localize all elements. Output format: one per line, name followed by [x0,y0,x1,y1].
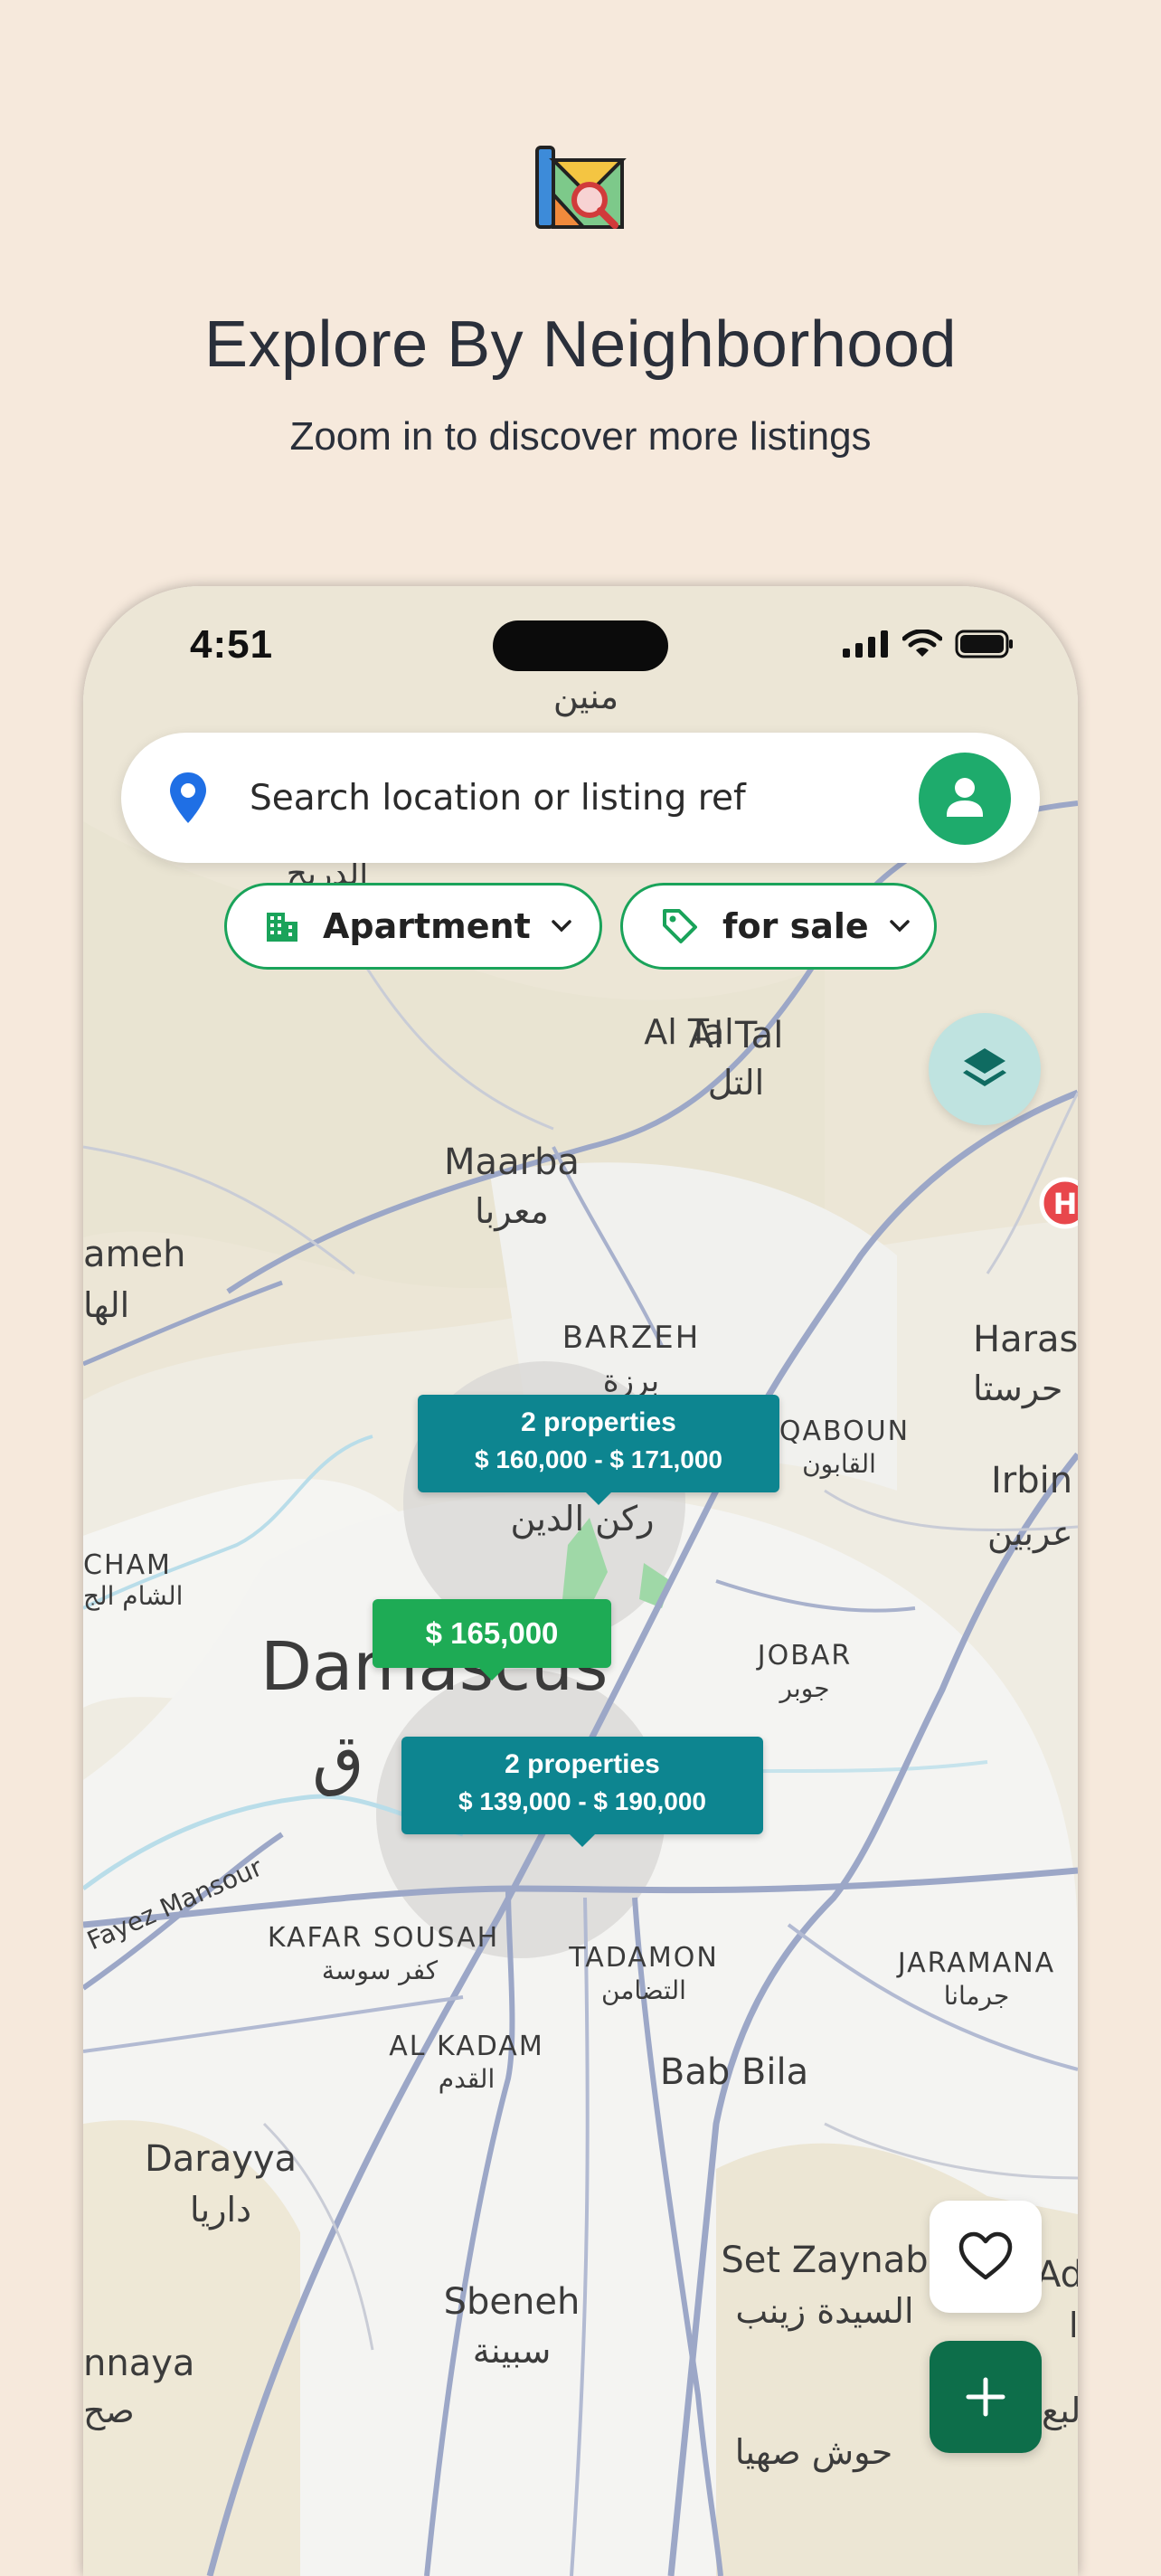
map-label-irbin-ar: عربين [987,1513,1073,1554]
battery-icon [955,630,1013,658]
map-label-jobar-en: JOBAR [756,1640,852,1672]
cluster-count: 2 properties [521,1407,676,1437]
map-label-al-kadam-ar: القدم [439,2064,496,2094]
map-label-sham-en: CHAM [83,1549,172,1581]
map-label-irbin-en: Irbin [991,1460,1072,1501]
map-label-harasta-en: Haras [973,1319,1078,1360]
map-label-jaramana-ar: جرمانا [944,1981,1010,2011]
map-label-sahnaya-en: nnaya [83,2343,194,2384]
chevron-down-icon [889,920,910,933]
listing-type-label: for sale [722,906,869,946]
phone-frame: منين Al Tal Al Tal التل Maarba معربا ame… [83,586,1078,2576]
map-label-kafar-sousah-en: KAFAR SOUSAH [268,1922,499,1954]
map-label-maarba-en: Maarba [444,1141,580,1183]
map-label-jaramana-en: JARAMANA [896,1947,1055,1979]
map-label-jobar-ar: جوبر [778,1673,829,1703]
promo-title: Explore By Neighborhood [203,308,957,381]
heart-icon [958,2231,1013,2280]
search-input[interactable]: Search location or listing ref [250,778,746,819]
map-label-ad-ar: ا [1069,2306,1078,2345]
user-icon [947,778,983,817]
favorites-button[interactable] [930,2201,1042,2313]
hospital-marker-label: H [1053,1187,1078,1221]
search-bar[interactable]: Search location or listing ref [121,733,1040,863]
map-label-sham-ar: الشام الج [83,1581,183,1611]
promo-subtitle: Zoom in to discover more listings [289,414,872,459]
profile-button[interactable] [919,753,1011,845]
map-label-damascus-ar: ق [312,1720,363,1798]
map-label-harasta-ar: حرستا [973,1368,1062,1409]
property-type-filter[interactable]: Apartment [224,883,602,970]
map-label-qaboun-en: QABOUN [779,1416,910,1447]
listing-type-filter[interactable]: for sale [620,883,937,970]
location-pin-icon [170,772,206,823]
cellular-signal-icon [843,630,888,658]
map-label-qaboun-ar: القابون [802,1449,876,1479]
dynamic-island [493,620,668,671]
status-time: 4:51 [190,622,274,667]
map-label-hosh-sahya: حوش صهيا [735,2432,892,2473]
map-label-sahnaya-ar: صح [83,2391,135,2431]
map-label-al-tal-ar: التل [708,1063,764,1103]
cluster-price-range: $ 139,000 - $ 190,000 [458,1787,706,1815]
map-label-sbeneh-en: Sbeneh [444,2281,580,2323]
plus-icon [966,2377,1005,2417]
cluster-marker[interactable]: 2 properties $ 139,000 - $ 190,000 [401,1737,763,1847]
map-label-rukn-aldin: ركن الدين [510,1499,654,1539]
map-label-manin: منين [553,677,618,717]
cluster-price-range: $ 160,000 - $ 171,000 [474,1445,722,1473]
map-label-barzeh-ar: برزة [603,1363,659,1399]
map-layers-button[interactable] [929,1013,1041,1125]
map-label-barzeh-en: BARZEH [562,1320,701,1356]
map-label-darayya-ar: داريا [190,2190,251,2230]
status-icons [843,630,1015,658]
hospital-marker-icon[interactable]: H [1039,1177,1078,1229]
map-label-set-zaynab-ar: السيدة زينب [735,2291,913,2331]
add-listing-button[interactable] [930,2341,1042,2453]
map-label-sbeneh-ar: سبينة [473,2331,552,2371]
map-label-set-zaynab-en: Set Zaynab [721,2240,928,2281]
map-label-hameh-en: ameh [83,1234,185,1275]
chevron-down-icon [552,920,571,933]
map-label-tadamon-ar: التضامن [601,1975,686,2005]
map-label-kafar-sousah-ar: كفر سوسة [322,1956,439,1985]
map-label-maarba-ar: معربا [475,1191,549,1232]
map-label-al-tal: Al Tal [689,1015,784,1056]
map-canvas[interactable]: منين Al Tal Al Tal التل Maarba معربا ame… [83,586,1078,2576]
building-icon [267,913,297,942]
tag-icon [663,909,697,943]
map-label-tadamon-en: TADAMON [568,1942,719,1974]
map-label-ad-en: Ad [1036,2254,1078,2296]
map-label-bab-bila: Bab Bila [660,2051,808,2093]
cluster-count: 2 properties [505,1749,660,1779]
map-label-ad-ar2: لبع [1042,2391,1078,2431]
map-label-hameh-ar: الها [83,1285,129,1326]
map-label-darayya-en: Darayya [145,2138,297,2180]
wifi-icon [902,630,942,657]
map-search-icon [533,140,628,234]
map-label-al-kadam-en: AL KADAM [389,2031,543,2062]
cluster-marker[interactable]: 2 properties $ 160,000 - $ 171,000 [418,1395,779,1505]
layers-icon [963,1048,1006,1086]
price-marker[interactable]: $ 165,000 [373,1599,611,1681]
property-type-label: Apartment [323,906,531,946]
